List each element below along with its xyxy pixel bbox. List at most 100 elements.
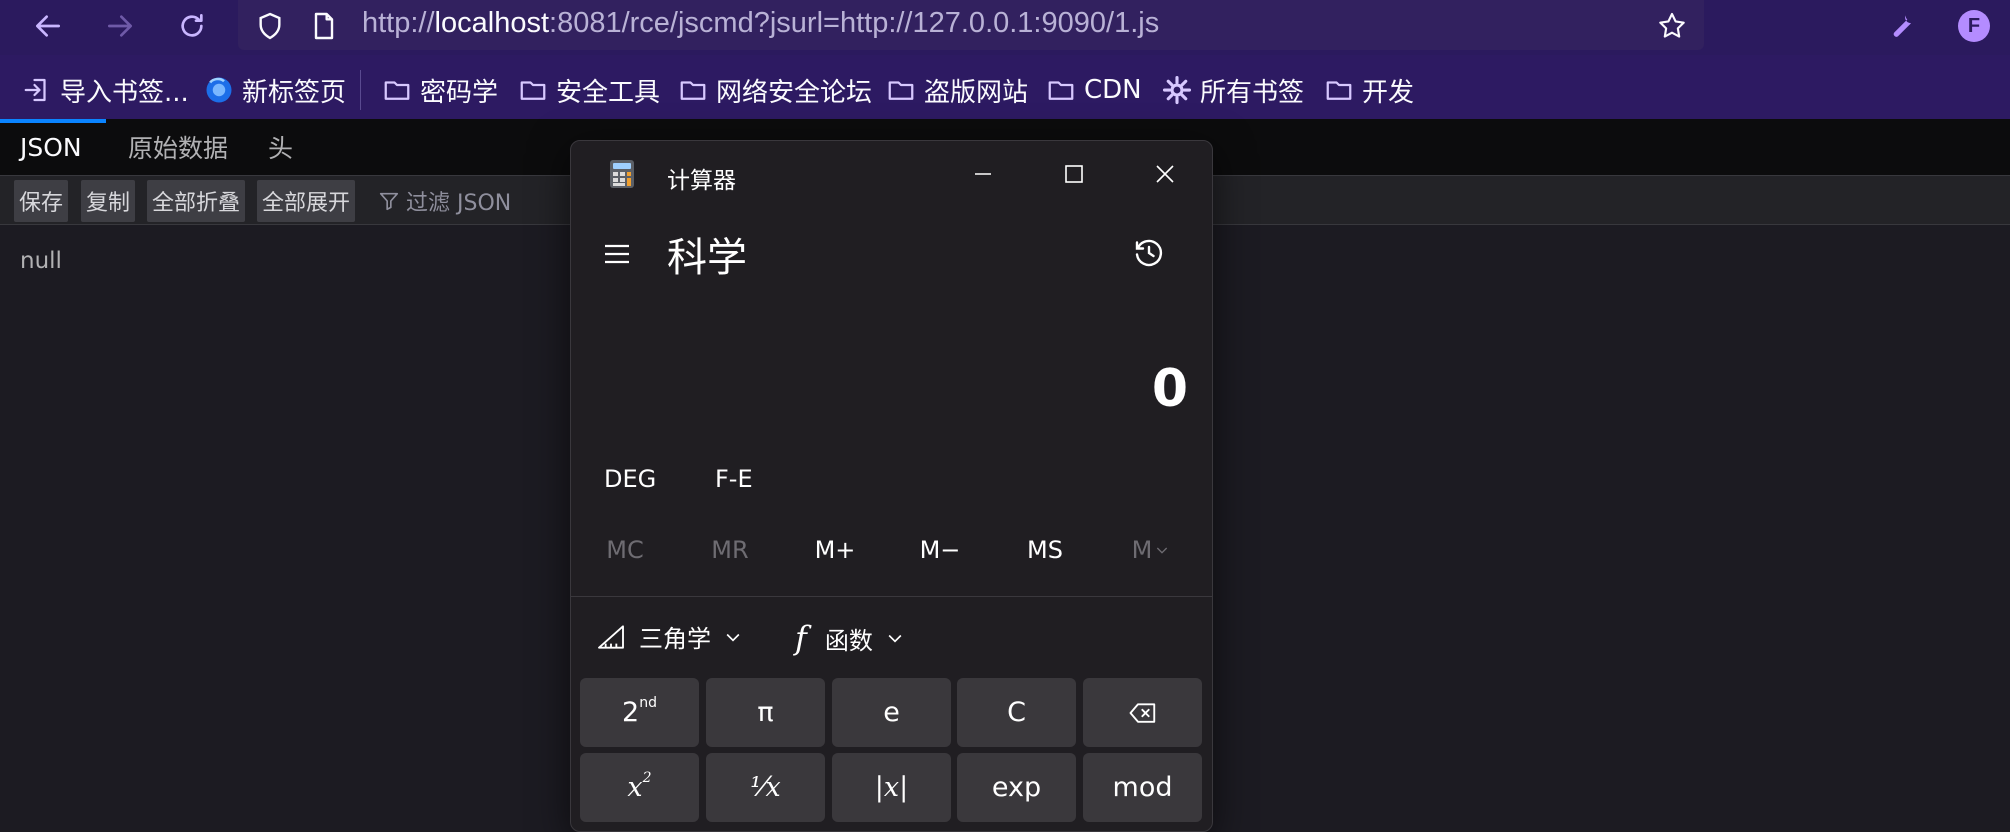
- memory-add-button[interactable]: M+: [785, 536, 885, 564]
- memory-clear-button[interactable]: MC: [575, 536, 675, 564]
- square-key[interactable]: x2: [580, 753, 699, 822]
- pi-key[interactable]: π: [706, 678, 825, 747]
- arrow-left-icon: [36, 15, 60, 37]
- angle-mode-button[interactable]: DEG: [604, 465, 656, 493]
- bookmark-label: 盗版网站: [924, 77, 1029, 108]
- bookmark-label: 开发: [1362, 77, 1415, 108]
- memory-store-button[interactable]: MS: [995, 536, 1095, 564]
- bookmark-star-button[interactable]: [1650, 4, 1694, 48]
- mod-key[interactable]: mod: [1083, 753, 1202, 822]
- bookmark-folder-sites[interactable]: 盗版网站: [886, 68, 1028, 112]
- function-label: 函数: [824, 626, 873, 655]
- filter-json-input[interactable]: 过滤 JSON: [378, 180, 511, 222]
- second-function-key[interactable]: 2nd: [580, 678, 699, 747]
- bookmark-folder-crypto[interactable]: 密码学: [382, 68, 498, 112]
- close-button[interactable]: [1135, 151, 1195, 197]
- key-superscript: nd: [639, 694, 657, 711]
- bookmark-label: CDN: [1084, 75, 1142, 105]
- tab-json[interactable]: JSON: [20, 119, 82, 175]
- bookmark-label: 新标签页: [242, 77, 347, 108]
- folder-icon: [384, 81, 410, 100]
- url-path: :8081/rce/jscmd?jsurl=http://127.0.0.1:9…: [549, 7, 1160, 39]
- bookmark-new-tab[interactable]: 新标签页: [204, 68, 346, 112]
- bookmark-all[interactable]: 所有书签: [1162, 68, 1304, 112]
- arrow-right-icon: [108, 15, 132, 37]
- back-button[interactable]: [26, 4, 70, 48]
- backspace-icon: [1129, 702, 1155, 723]
- site-info-button[interactable]: [248, 4, 292, 48]
- reload-button[interactable]: [170, 4, 214, 48]
- star-icon: [1659, 12, 1685, 38]
- divider: [571, 596, 1212, 597]
- history-button[interactable]: [1126, 230, 1172, 276]
- trigonometry-dropdown[interactable]: 三角学: [595, 619, 743, 654]
- memory-list-button[interactable]: M: [1101, 536, 1201, 564]
- wrench-icon: [1893, 15, 1912, 37]
- bookmark-label: 密码学: [420, 77, 499, 108]
- collapse-all-button[interactable]: 全部折叠: [147, 180, 246, 222]
- trigonometry-label: 三角学: [639, 625, 711, 653]
- memory-subtract-button[interactable]: M−: [890, 536, 990, 564]
- bookmark-label: 导入书签...: [60, 77, 189, 108]
- e-key[interactable]: e: [832, 678, 951, 747]
- bookmark-label: 安全工具: [556, 77, 661, 108]
- tab-headers[interactable]: 头: [268, 119, 293, 175]
- copy-button[interactable]: 复制: [81, 180, 136, 222]
- tab-raw-data[interactable]: 原始数据: [128, 119, 228, 175]
- chevron-down-icon: [1157, 547, 1168, 554]
- bookmark-label: 所有书签: [1200, 77, 1305, 108]
- expand-all-button[interactable]: 全部展开: [257, 180, 356, 222]
- reciprocal-key[interactable]: ¹⁄x: [706, 753, 825, 822]
- memory-recall-button[interactable]: MR: [680, 536, 780, 564]
- backspace-key[interactable]: [1083, 678, 1202, 747]
- folder-icon: [1326, 81, 1352, 100]
- hamburger-icon: [605, 244, 629, 264]
- save-button[interactable]: 保存: [14, 180, 69, 222]
- history-icon: [1135, 239, 1163, 267]
- page-icon: [314, 12, 334, 40]
- key-label: x: [627, 772, 643, 803]
- folder-icon: [1048, 81, 1074, 100]
- close-icon: [1156, 165, 1174, 183]
- memory-list-label: M: [1131, 536, 1153, 564]
- page-info-button[interactable]: [302, 4, 346, 48]
- shield-icon: [259, 12, 281, 40]
- mode-title: 科学: [667, 235, 747, 281]
- navigation-menu-button[interactable]: [597, 234, 637, 274]
- absolute-value-key[interactable]: |x|: [832, 753, 951, 822]
- url-prefix: http://: [362, 7, 435, 39]
- firefox-icon: [206, 77, 232, 103]
- minimize-button[interactable]: [953, 151, 1013, 197]
- maximize-icon: [1065, 165, 1083, 183]
- json-content: null: [20, 248, 62, 274]
- bookmark-label: 网络安全论坛: [716, 77, 873, 108]
- bookmark-separator: [360, 70, 361, 110]
- fe-button[interactable]: F-E: [715, 465, 753, 493]
- reload-icon: [181, 13, 203, 37]
- key-label: 2: [622, 697, 640, 728]
- folder-icon: [520, 81, 546, 100]
- import-icon: [24, 78, 46, 102]
- key-superscript: 2: [642, 769, 652, 786]
- window-title: 计算器: [667, 168, 736, 194]
- chevron-down-icon: [888, 634, 902, 643]
- maximize-button[interactable]: [1044, 151, 1104, 197]
- folder-icon: [888, 81, 914, 100]
- bookmark-folder-security-tools[interactable]: 安全工具: [518, 68, 660, 112]
- bookmark-import[interactable]: 导入书签...: [22, 68, 189, 112]
- triangle-ruler-icon: [598, 624, 624, 649]
- filter-placeholder: 过滤 JSON: [406, 191, 512, 216]
- bookmark-folder-dev[interactable]: 开发: [1324, 68, 1414, 112]
- forward-button[interactable]: [98, 4, 142, 48]
- minimize-icon: [975, 173, 991, 175]
- clear-key[interactable]: C: [957, 678, 1076, 747]
- avatar: F: [1958, 10, 1990, 42]
- url-text[interactable]: http://localhost:8081/rce/jscmd?jsurl=ht…: [362, 6, 1159, 40]
- function-dropdown[interactable]: 𝑓 函数: [795, 619, 905, 657]
- bookmark-folder-cdn[interactable]: CDN: [1046, 68, 1142, 112]
- exp-key[interactable]: exp: [957, 753, 1076, 822]
- calculator-app-icon: [610, 160, 634, 188]
- bookmark-folder-forums[interactable]: 网络安全论坛: [678, 68, 872, 112]
- profile-button[interactable]: F: [1952, 4, 1996, 48]
- extensions-button[interactable]: [1880, 4, 1924, 48]
